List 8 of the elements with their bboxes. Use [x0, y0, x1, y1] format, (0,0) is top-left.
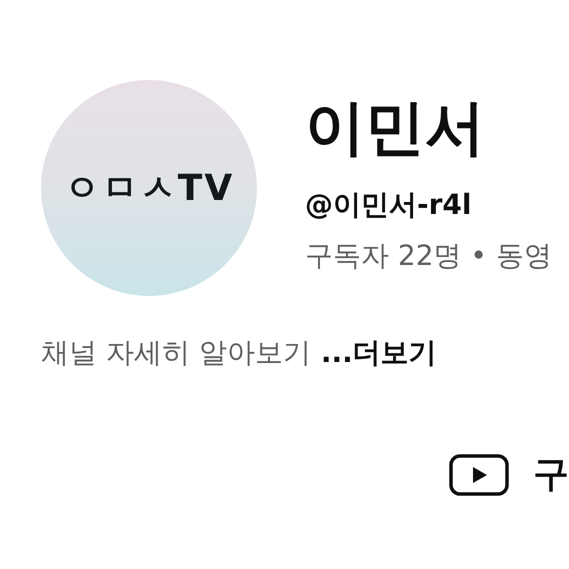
channel-handle: @이민서-r4l: [305, 190, 473, 221]
avatar-logo: ㅇㅁㅅTV: [64, 166, 234, 210]
channel-name: 이민서: [305, 98, 486, 158]
channel-description: 채널 자세히 알아보기: [41, 335, 311, 371]
action-label[interactable]: 구: [533, 450, 569, 499]
channel-stats: 구독자 22명 • 동영: [305, 240, 552, 272]
more-link[interactable]: ...더보기: [320, 334, 437, 372]
play-icon[interactable]: [449, 454, 509, 496]
